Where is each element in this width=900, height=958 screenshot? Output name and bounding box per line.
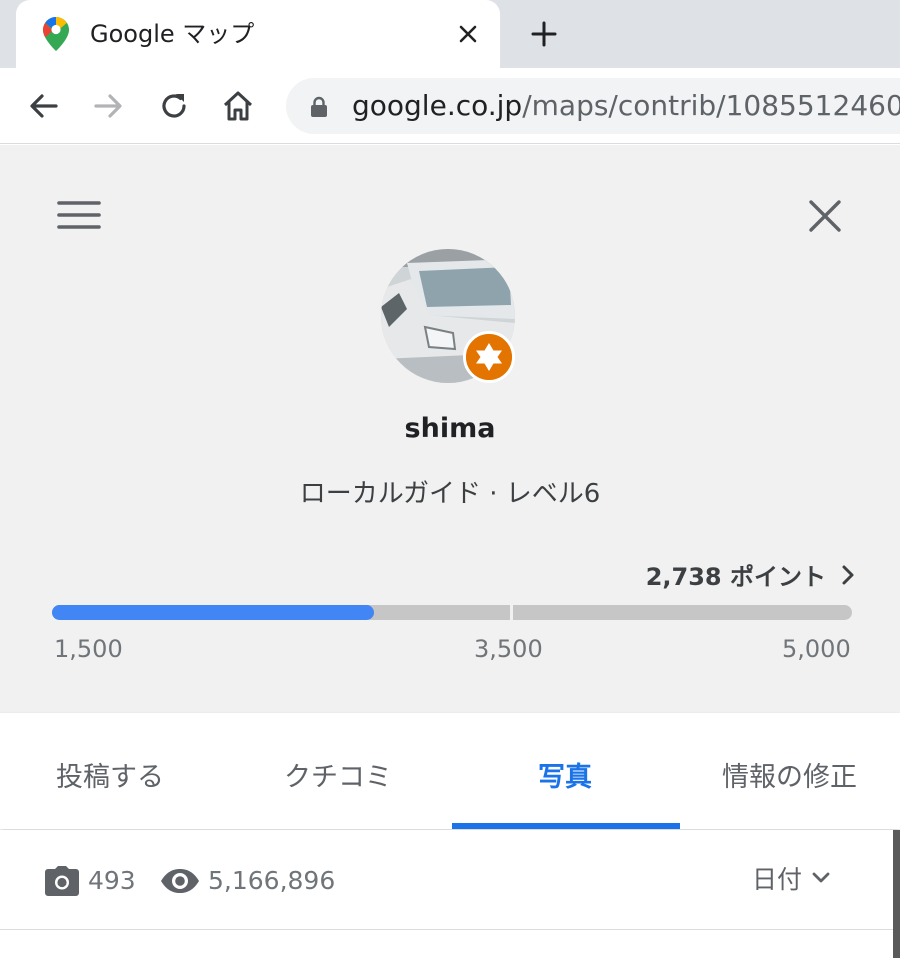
local-guide-level: ローカルガイド · レベル6 (299, 479, 601, 509)
photo-count: 493 (88, 866, 136, 895)
lock-icon[interactable] (310, 96, 328, 118)
google-maps-icon (43, 17, 69, 51)
chevron-right-icon (842, 565, 854, 584)
hamburger-menu-icon[interactable] (56, 199, 102, 231)
photo-stats-row: 493 5,166,896 日付 (0, 830, 900, 930)
profile-name: shima (404, 413, 496, 444)
tab-title: Google マップ (90, 20, 255, 48)
view-count: 5,166,896 (208, 866, 336, 895)
chevron-down-icon (812, 872, 830, 883)
tab-edits[interactable]: 情報の修正 (722, 755, 857, 794)
active-tab-indicator (452, 823, 680, 829)
tab-photos[interactable]: 写真 (538, 755, 592, 794)
url-path: /maps/contrib/1085512460 (522, 89, 900, 122)
url-host: google.co.jp (352, 89, 523, 122)
close-icon[interactable] (806, 197, 844, 235)
reload-icon[interactable] (156, 88, 192, 124)
new-tab-icon[interactable] (530, 20, 558, 48)
browser-tab[interactable]: Google マップ (16, 0, 500, 68)
home-icon[interactable] (220, 88, 256, 124)
tab-reviews[interactable]: クチコミ (284, 755, 392, 794)
browser-tab-strip: Google マップ (0, 0, 900, 68)
contribution-tabs: 投稿する クチコミ 写真 情報の修正 (0, 713, 900, 829)
address-bar[interactable]: google.co.jp/maps/contrib/1085512460 (286, 78, 900, 134)
progress-tick-mid: 3,500 (474, 635, 543, 663)
camera-icon (45, 866, 79, 896)
back-arrow-icon[interactable] (26, 88, 62, 124)
browser-toolbar: google.co.jp/maps/contrib/1085512460 (0, 68, 900, 144)
level-progress-bar (52, 605, 852, 620)
progress-tick-min: 1,500 (54, 635, 123, 663)
tab-post[interactable]: 投稿する (56, 755, 164, 794)
close-tab-icon[interactable] (456, 22, 480, 46)
progress-fill (52, 605, 374, 620)
local-guide-badge-icon (463, 331, 515, 383)
points-link[interactable]: 2,738 ポイント (646, 557, 856, 592)
points-text: 2,738 ポイント (645, 563, 826, 591)
progress-tick-max: 5,000 (782, 635, 851, 663)
sort-dropdown[interactable]: 日付 (752, 860, 830, 896)
sort-label: 日付 (752, 865, 803, 894)
progress-divider (510, 605, 513, 620)
eye-icon (161, 869, 199, 893)
forward-arrow-icon[interactable] (90, 88, 126, 124)
scrollbar[interactable] (893, 830, 900, 958)
url-text[interactable]: google.co.jp/maps/contrib/1085512460 (352, 90, 900, 122)
profile-header: shima ローカルガイド · レベル6 2,738 ポイント 1,500 3,… (0, 145, 900, 713)
